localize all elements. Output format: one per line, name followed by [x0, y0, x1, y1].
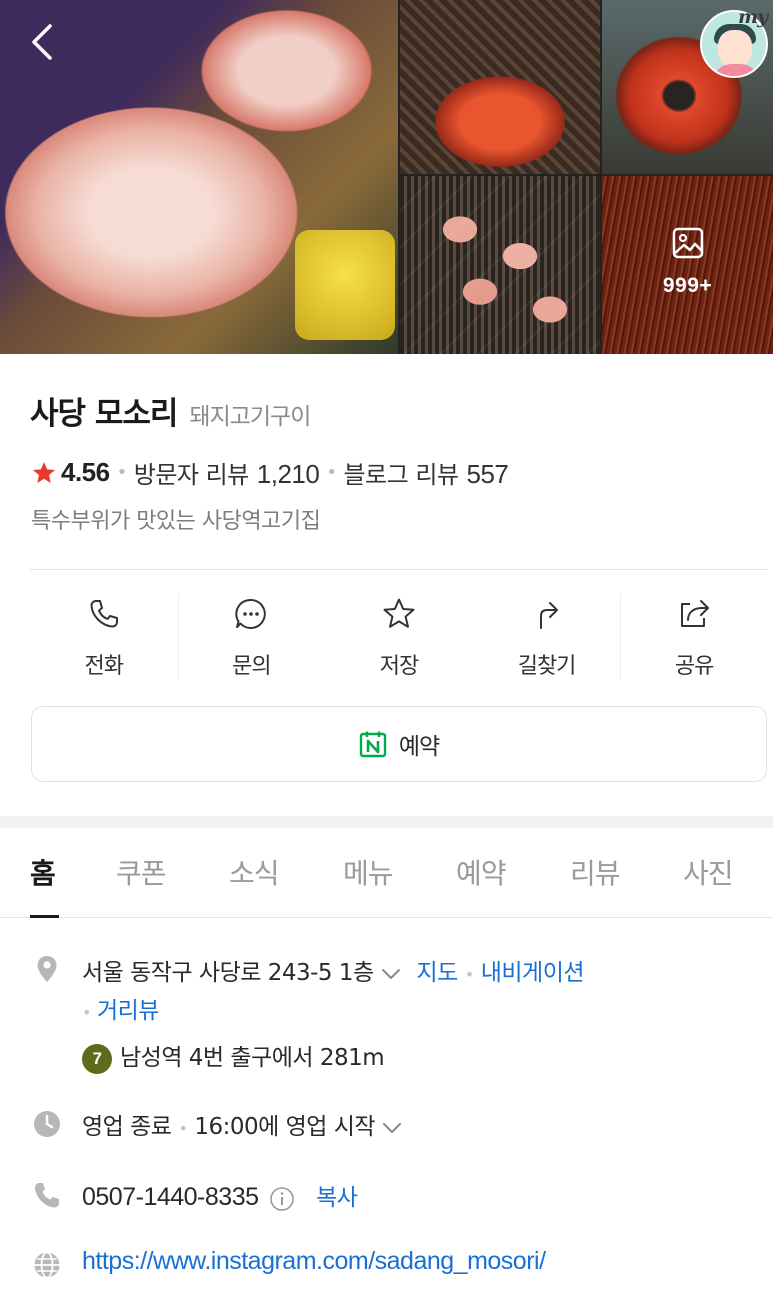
call-button[interactable]: 전화	[30, 590, 178, 682]
address-row: 서울 동작구 사당로 243-5 1층 지도 • 내비게이션	[82, 953, 585, 987]
chevron-down-icon[interactable]	[380, 963, 402, 985]
photo-gallery[interactable]: my 999+	[0, 0, 773, 354]
share-icon	[681, 600, 710, 627]
active-tab-indicator	[30, 915, 59, 918]
photo-thumbnail[interactable]	[400, 0, 600, 174]
tab-home[interactable]: 홈	[30, 852, 56, 892]
tab-menu[interactable]: 메뉴	[343, 852, 394, 892]
tab-coupon[interactable]: 쿠폰	[116, 852, 167, 892]
website-row: https://www.instagram.com/sadang_mosori/	[82, 1247, 546, 1276]
phone-icon	[35, 1183, 59, 1208]
info-icon[interactable]	[269, 1186, 295, 1212]
visitor-review-count: 1,210	[256, 459, 320, 489]
reservation-label: 예약	[398, 734, 440, 760]
separator-dot: •	[116, 462, 128, 483]
inquiry-button[interactable]: 문의	[177, 590, 326, 682]
rating-score: 4.56	[61, 457, 110, 487]
navigation-link[interactable]: 내비게이션	[481, 960, 585, 986]
separator-dot: •	[178, 1119, 188, 1138]
blog-review-count: 557	[466, 459, 509, 489]
star-outline-icon	[383, 598, 415, 628]
divider	[30, 569, 768, 570]
subway-row: 7 남성역 4번 출구에서 281m	[82, 1038, 385, 1074]
directions-arrow-icon	[539, 602, 558, 629]
address-text: 서울 동작구 사당로 243-5 1층	[82, 960, 374, 986]
place-name: 사당 모소리	[30, 396, 178, 432]
tab-reservation[interactable]: 예약	[456, 852, 507, 892]
tab-bar: 홈 쿠폰 소식 메뉴 예약 리뷰 사진	[0, 828, 773, 918]
website-link[interactable]: https://www.instagram.com/sadang_mosori/	[82, 1247, 546, 1275]
separator-dot: •	[464, 965, 474, 984]
street-view-row: • 거리뷰	[82, 991, 159, 1025]
tab-photos[interactable]: 사진	[683, 852, 734, 892]
directions-label: 길찾기	[517, 654, 577, 679]
inquiry-label: 문의	[232, 654, 271, 679]
save-label: 저장	[379, 654, 419, 679]
business-hours-row[interactable]: 영업 종료 • 16:00에 영업 시작	[82, 1107, 403, 1141]
blog-review-link[interactable]: 블로그 리뷰 557	[343, 455, 508, 490]
hours-status: 영업 종료	[82, 1114, 172, 1140]
reservation-button[interactable]: 예약	[31, 706, 767, 782]
more-photos-overlay[interactable]: 999+	[602, 226, 773, 298]
rating-row: 4.56 • 방문자 리뷰 1,210 • 블로그 리뷰 557	[31, 455, 509, 490]
hours-detail: 16:00에 영업 시작	[194, 1114, 376, 1140]
my-badge: my	[738, 6, 768, 28]
clock-icon	[34, 1111, 60, 1137]
location-pin-icon	[37, 956, 57, 982]
place-description: 특수부위가 맛있는 사당역고기집	[31, 509, 321, 534]
photo-thumbnail[interactable]	[400, 176, 600, 354]
tab-reviews[interactable]: 리뷰	[570, 852, 621, 892]
subway-line-badge: 7	[82, 1043, 112, 1074]
copy-phone-link[interactable]: 복사	[316, 1185, 358, 1211]
share-label: 공유	[674, 654, 714, 679]
action-bar: 전화 문의 저장 길찾기 공유	[30, 590, 768, 682]
photo-count: 999+	[662, 274, 713, 297]
share-button[interactable]: 공유	[620, 590, 768, 682]
section-separator	[0, 816, 773, 828]
subway-directions: 남성역 4번 출구에서 281m	[120, 1045, 385, 1071]
phone-icon	[90, 600, 118, 628]
chat-bubble-icon	[235, 598, 267, 629]
star-icon	[32, 461, 56, 483]
directions-button[interactable]: 길찾기	[473, 590, 621, 682]
call-label: 전화	[84, 654, 124, 679]
phone-number[interactable]: 0507-1440-8335	[82, 1183, 259, 1211]
visitor-review-label: 방문자 리뷰	[133, 461, 250, 489]
globe-icon	[34, 1251, 60, 1279]
tab-news[interactable]: 소식	[229, 852, 280, 892]
back-arrow-icon[interactable]	[26, 20, 60, 64]
place-title-row: 사당 모소리 돼지고기구이	[30, 388, 311, 433]
visitor-review-link[interactable]: 방문자 리뷰 1,210	[134, 455, 320, 490]
separator-dot: •	[82, 1003, 91, 1022]
place-category: 돼지고기구이	[189, 404, 311, 430]
naver-calendar-icon	[359, 731, 387, 758]
blog-review-label: 블로그 리뷰	[343, 461, 459, 489]
chevron-down-icon[interactable]	[381, 1117, 403, 1139]
phone-row: 0507-1440-8335 복사	[82, 1178, 358, 1212]
image-icon	[672, 227, 703, 259]
map-link[interactable]: 지도	[416, 960, 458, 986]
separator-dot: •	[326, 462, 337, 483]
street-view-link[interactable]: 거리뷰	[97, 998, 159, 1024]
save-button[interactable]: 저장	[325, 590, 473, 682]
